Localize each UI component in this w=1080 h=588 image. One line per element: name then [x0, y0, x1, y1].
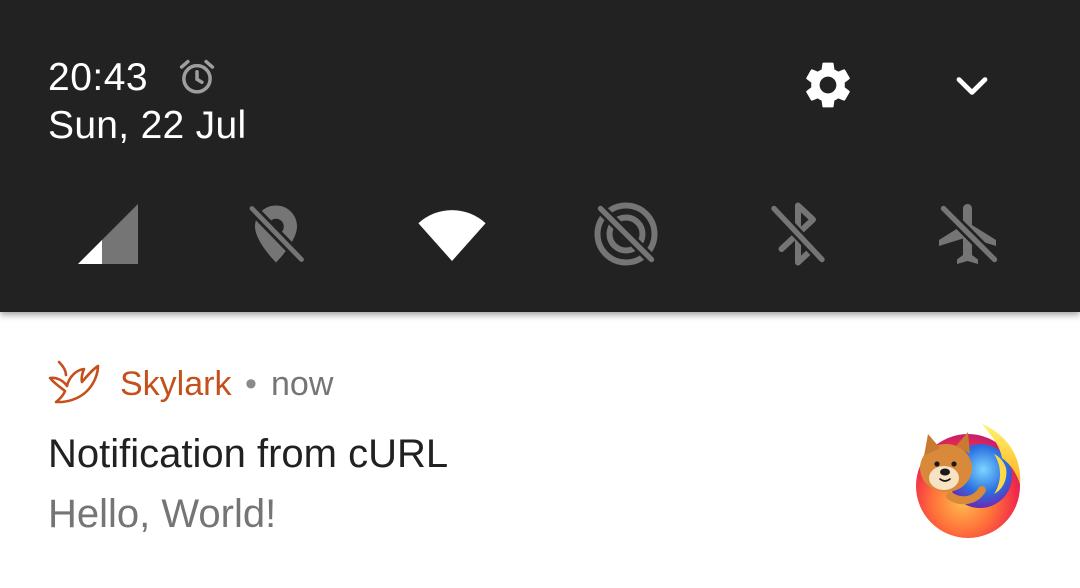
notification-time: now — [271, 365, 334, 403]
notification-title: Notification from cURL — [48, 432, 449, 476]
wifi-icon[interactable] — [416, 198, 488, 270]
alarm-clock-icon — [179, 59, 215, 94]
skylark-bird-icon — [48, 360, 100, 404]
bluetooth-off-icon[interactable] — [762, 198, 834, 270]
clock-time[interactable]: 20:43 — [48, 56, 148, 100]
hotspot-off-icon[interactable] — [590, 198, 662, 270]
firefox-doge-icon — [916, 424, 1021, 538]
location-off-icon[interactable] — [240, 198, 312, 270]
settings-gear-icon[interactable] — [800, 57, 856, 113]
cellular-signal-icon[interactable] — [72, 198, 144, 270]
notification-shade-header: 20:43 Sun, 22 Jul — [0, 0, 1080, 312]
airplane-mode-off-icon[interactable] — [933, 198, 1005, 270]
notification-card[interactable]: Skylark • now Notification from cURL Hel… — [0, 312, 1080, 588]
chevron-down-icon[interactable] — [948, 62, 996, 110]
notification-app-name: Skylark — [120, 365, 232, 403]
notification-text: Hello, World! — [48, 492, 277, 536]
clock-date[interactable]: Sun, 22 Jul — [48, 104, 246, 148]
notification-separator: • — [245, 365, 257, 403]
